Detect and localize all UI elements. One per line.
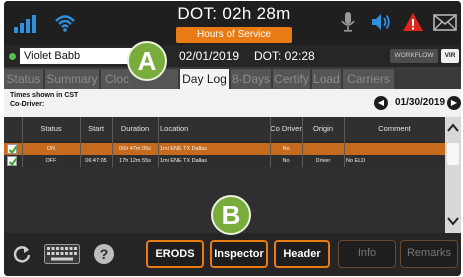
cell-comment xyxy=(346,143,445,155)
workflow-button[interactable]: WORKFLOW xyxy=(390,49,438,63)
col-status: Status xyxy=(40,124,62,133)
prev-day-icon[interactable]: ◀ xyxy=(374,96,388,110)
tab-load[interactable]: Load xyxy=(312,69,342,89)
cell-status: OFF xyxy=(45,158,57,164)
cell-comment: No ELD xyxy=(346,158,366,164)
scroll-down-icon[interactable] xyxy=(447,216,459,226)
tab-day-log[interactable]: Day Log xyxy=(180,69,230,89)
column-divider xyxy=(80,117,81,167)
info-button[interactable]: Info xyxy=(338,240,396,268)
cell-start: 06:47:05 xyxy=(85,158,107,164)
tab-status[interactable]: Status xyxy=(4,69,44,89)
cell-location: 1mi ENE TX Dallas xyxy=(160,146,207,152)
help-icon[interactable]: ? xyxy=(94,244,114,264)
col-duration: Duration xyxy=(120,124,150,133)
log-info-bar: Times shown in CST Co-Driver: ◀ 01/30/20… xyxy=(4,89,461,117)
cell-origin: Driver xyxy=(315,158,331,164)
scroll-thumb[interactable] xyxy=(447,143,459,165)
driver-date: 02/01/2019 xyxy=(179,49,240,63)
header-button[interactable]: Header xyxy=(274,240,330,268)
column-divider xyxy=(22,117,23,167)
cell-status: ON xyxy=(46,146,56,152)
cell-co-driver: No xyxy=(282,158,290,164)
check-icon[interactable] xyxy=(7,156,18,167)
mail-icon[interactable] xyxy=(433,14,457,31)
col-start: Start xyxy=(88,124,104,133)
column-divider xyxy=(158,117,159,167)
table-scrollbar[interactable] xyxy=(445,117,461,233)
cell-start xyxy=(80,143,112,155)
column-divider xyxy=(270,117,271,167)
log-table-header: Status Start Duration Location Co Driver… xyxy=(4,117,445,141)
alert-icon[interactable] xyxy=(402,11,424,33)
column-divider xyxy=(112,117,113,167)
col-location: Location xyxy=(160,124,189,133)
scroll-up-icon[interactable] xyxy=(447,123,459,133)
co-driver-label: Co-Driver: xyxy=(10,101,45,108)
app-frame: DOT: 02h 28m Hours of Service Violet Bab… xyxy=(4,1,461,276)
microphone-icon[interactable] xyxy=(340,11,356,33)
col-comment: Comment xyxy=(378,124,411,133)
tab-strip: Status Summary Cloc Day Log 8-Days Certi… xyxy=(4,67,461,89)
tab-summary[interactable]: Summary xyxy=(45,69,100,89)
signal-icon xyxy=(14,15,38,33)
inspector-button[interactable]: Inspector xyxy=(210,240,268,268)
callout-b: B xyxy=(211,195,251,235)
timezone-note: Times shown in CST xyxy=(10,92,79,99)
log-date: 01/30/2019 xyxy=(395,97,446,108)
vir-button[interactable]: VIR xyxy=(441,49,459,63)
driver-dot-time: DOT: 02:28 xyxy=(254,49,315,63)
top-status-bar: DOT: 02h 28m Hours of Service xyxy=(4,1,461,45)
wifi-icon xyxy=(55,15,75,32)
refresh-icon[interactable] xyxy=(12,244,32,264)
cell-location: 1mi ENE TX Dallas xyxy=(160,158,207,164)
online-status-dot xyxy=(9,53,16,60)
cell-origin xyxy=(302,143,344,155)
column-divider xyxy=(344,117,345,167)
speaker-icon[interactable] xyxy=(370,11,392,33)
col-co-driver: Co Driver xyxy=(270,124,302,133)
tab-8-days[interactable]: 8-Days xyxy=(231,69,272,89)
table-row[interactable]: ON 06h 47m 05s 1mi ENE TX Dallas No xyxy=(4,143,445,155)
col-origin: Origin xyxy=(312,124,333,133)
table-row[interactable]: OFF 06:47:05 17h 12m 55s 1mi ENE TX Dall… xyxy=(4,155,445,167)
tab-carriers[interactable]: Carriers xyxy=(343,69,395,89)
erods-button[interactable]: ERODS xyxy=(146,240,204,268)
cell-duration: 06h 47m 05s xyxy=(119,146,151,152)
next-day-icon[interactable]: ▶ xyxy=(447,96,461,110)
remarks-button[interactable]: Remarks xyxy=(400,240,458,268)
tab-certify[interactable]: Certify xyxy=(273,69,311,89)
cell-duration: 17h 12m 55s xyxy=(119,158,151,164)
hos-badge: Hours of Service xyxy=(176,27,292,43)
callout-a: A xyxy=(127,41,167,81)
check-icon[interactable] xyxy=(7,144,18,155)
column-divider xyxy=(302,117,303,167)
cell-co-driver: No xyxy=(282,146,290,152)
dot-clock: DOT: 02h 28m xyxy=(177,4,291,23)
driver-row: Violet Babb 02/01/2019 DOT: 02:28 WORKFL… xyxy=(4,45,461,67)
bottom-toolbar: ? ERODS Inspector Header Info Remarks xyxy=(4,233,461,276)
keyboard-icon[interactable] xyxy=(44,244,80,264)
